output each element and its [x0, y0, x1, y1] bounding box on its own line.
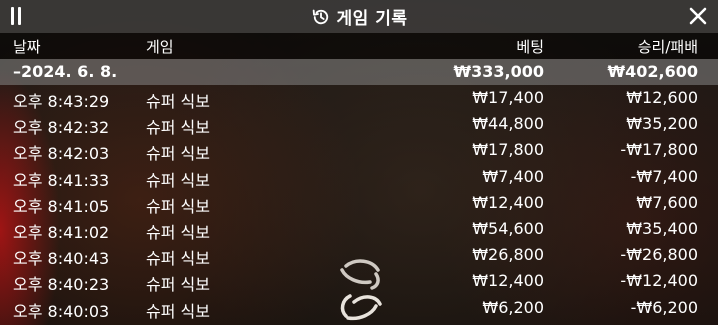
row-time: 오후 8:42:03 [13, 144, 110, 164]
row-win-loss: ₩7,600 [636, 192, 698, 212]
row-game: 슈퍼 식보 [146, 222, 210, 242]
row-bet: ₩12,400 [472, 192, 544, 212]
close-icon[interactable] [688, 6, 708, 26]
row-win-loss: -₩12,400 [620, 271, 698, 291]
row-bet: ₩54,600 [472, 218, 544, 238]
row-time: 오후 8:41:05 [13, 196, 110, 216]
row-game: 슈퍼 식보 [146, 249, 210, 269]
page-title: 게임 기록 [336, 9, 408, 29]
row-time: 오후 8:43:29 [13, 92, 110, 111]
row-time: 오후 8:40:43 [13, 249, 110, 269]
column-header-win-loss: 승리/패배 [637, 38, 698, 56]
row-win-loss: ₩12,600 [626, 88, 698, 107]
row-game: 슈퍼 식보 [146, 170, 210, 190]
row-bet: ₩17,400 [472, 88, 544, 107]
top-bar: 게임 기록 [0, 0, 718, 33]
row-win-loss: -₩26,800 [620, 245, 698, 265]
row-bet: ₩7,400 [482, 166, 544, 186]
table-header: 날짜 게임 베팅 승리/패배 [0, 33, 718, 59]
row-game: 슈퍼 식보 [146, 275, 210, 295]
row-game: 슈퍼 식보 [146, 301, 210, 321]
row-win-loss: ₩35,400 [626, 218, 698, 238]
row-game: 슈퍼 식보 [146, 196, 210, 216]
row-win-loss: -₩7,400 [630, 166, 698, 186]
summary-date: –2024. 6. 8. [13, 62, 118, 81]
table-row[interactable]: 오후 8:41:02 슈퍼 식보 ₩54,600 ₩35,400 [0, 217, 718, 243]
date-summary-row[interactable]: –2024. 6. 8. ₩333,000 ₩402,600 [0, 59, 718, 85]
row-time: 오후 8:41:33 [13, 170, 110, 190]
row-win-loss: -₩17,800 [620, 140, 698, 160]
column-header-bet: 베팅 [516, 38, 544, 56]
row-game: 슈퍼 식보 [146, 92, 210, 111]
table-row[interactable]: 오후 8:41:33 슈퍼 식보 ₩7,400 -₩7,400 [0, 165, 718, 191]
row-bet: ₩44,800 [472, 114, 544, 134]
row-win-loss: -₩6,200 [630, 297, 698, 317]
table-row[interactable]: 오후 8:42:32 슈퍼 식보 ₩44,800 ₩35,200 [0, 112, 718, 138]
row-time: 오후 8:40:03 [13, 301, 110, 321]
row-bet: ₩12,400 [472, 271, 544, 291]
table-row[interactable]: 오후 8:41:05 슈퍼 식보 ₩12,400 ₩7,600 [0, 191, 718, 217]
row-time: 오후 8:42:32 [13, 118, 110, 138]
row-bet: ₩17,800 [472, 140, 544, 160]
row-game: 슈퍼 식보 [146, 118, 210, 138]
row-time: 오후 8:41:02 [13, 222, 110, 242]
table-row[interactable]: 오후 8:43:29 슈퍼 식보 ₩17,400 ₩12,600 [0, 86, 718, 112]
summary-win-loss: ₩402,600 [607, 62, 698, 81]
summary-bet: ₩333,000 [453, 62, 544, 81]
row-game: 슈퍼 식보 [146, 144, 210, 164]
row-win-loss: ₩35,200 [626, 114, 698, 134]
column-header-date: 날짜 [13, 38, 41, 56]
row-time: 오후 8:40:23 [13, 275, 110, 295]
row-bet: ₩26,800 [472, 245, 544, 265]
table-row[interactable]: 오후 8:42:03 슈퍼 식보 ₩17,800 -₩17,800 [0, 138, 718, 164]
title-area: 게임 기록 [0, 0, 718, 33]
loading-spinner-icon [340, 259, 382, 321]
history-clock-icon [312, 9, 328, 24]
column-header-game: 게임 [146, 38, 174, 56]
row-bet: ₩6,200 [482, 297, 544, 317]
